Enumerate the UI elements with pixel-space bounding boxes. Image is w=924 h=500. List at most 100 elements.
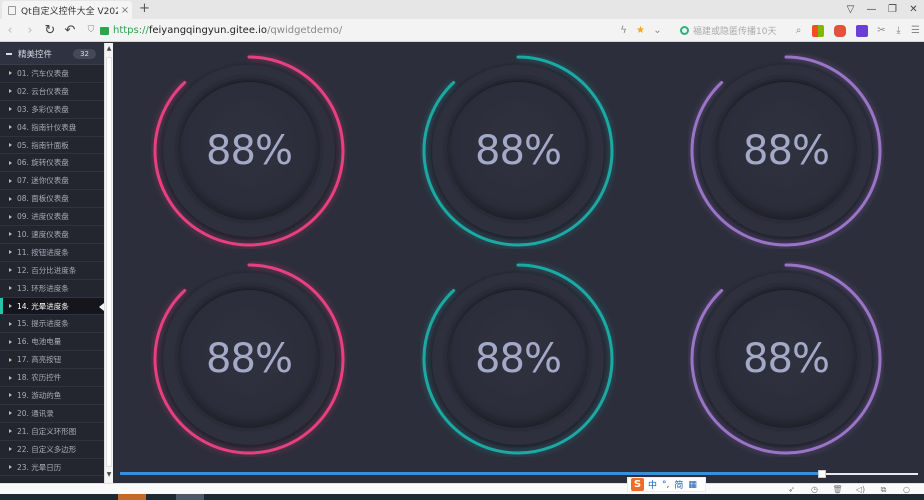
caret-right-icon <box>9 375 12 380</box>
sidebar-item[interactable]: 11. 按钮进度条 <box>0 244 104 262</box>
halo-progress-gauge: 88% <box>688 261 884 457</box>
gauge-value: 88% <box>206 336 293 382</box>
chevron-down-icon[interactable]: ⌄ <box>649 25 666 36</box>
scroll-down-icon[interactable]: ▼ <box>105 471 113 481</box>
sidebar-item[interactable]: 01. 汽车仪表盘 <box>0 65 104 83</box>
game-icon[interactable] <box>834 24 846 37</box>
sidebar-item[interactable]: 10. 速度仪表盘 <box>0 226 104 244</box>
slider-handle[interactable] <box>818 470 827 478</box>
sidebar-item[interactable]: 05. 指南针面板 <box>0 137 104 155</box>
gauge-value: 88% <box>475 128 562 174</box>
apps-icon[interactable] <box>812 24 824 37</box>
download-icon[interactable]: ⤓ <box>890 25 907 36</box>
menu-icon[interactable]: ☰ <box>907 25 924 36</box>
tab-close-icon[interactable]: × <box>118 5 132 16</box>
close-window-button[interactable]: ✕ <box>903 4 924 15</box>
caret-right-icon <box>9 339 12 344</box>
ime-variant[interactable]: 简 <box>674 478 683 491</box>
caret-right-icon <box>9 411 12 416</box>
sidebar-item[interactable]: 22. 自定义多边形 <box>0 441 104 459</box>
search-input[interactable]: 福建或隐匿传播10天 <box>680 24 790 37</box>
sidebar-item[interactable]: 15. 提示进度条 <box>0 315 104 334</box>
sidebar-item[interactable]: 03. 多彩仪表盘 <box>0 101 104 119</box>
halo-progress-gauge: 88% <box>688 53 884 249</box>
taskbar-app-1[interactable] <box>118 494 146 500</box>
caret-right-icon <box>9 393 12 398</box>
sidebar-item[interactable]: 08. 面板仪表盘 <box>0 190 104 209</box>
sidebar-item[interactable]: 06. 旋转仪表盘 <box>0 154 104 173</box>
scroll-up-icon[interactable]: ▲ <box>105 45 113 55</box>
slider-fill <box>120 472 823 475</box>
sidebar-item[interactable]: 17. 高亮按钮 <box>0 351 104 370</box>
sidebar-item[interactable]: 13. 环形进度条 <box>0 280 104 298</box>
sidebar-item-label: 07. 迷你仪表盘 <box>17 176 69 186</box>
ime-mode[interactable]: 中 <box>648 478 657 491</box>
sidebar-item-label: 11. 按钮进度条 <box>17 247 69 257</box>
lightning-icon[interactable]: ϟ <box>615 25 632 36</box>
sidebar-item-label: 02. 云台仪表盘 <box>17 86 69 96</box>
sidebar-item-label: 18. 农历控件 <box>17 373 62 383</box>
ime-keyboard-icon[interactable]: ▦ <box>688 480 697 490</box>
shield-icon[interactable]: ⛉ <box>84 25 98 35</box>
lock-icon <box>100 27 109 35</box>
sidebar-item[interactable]: 12. 百分比进度条 <box>0 262 104 280</box>
ime-toolbar[interactable]: S 中 °, 简 ▦ <box>627 477 706 492</box>
caret-right-icon <box>9 178 12 183</box>
caret-right-icon <box>9 196 12 201</box>
sidebar-item[interactable]: 09. 进度仪表盘 <box>0 208 104 227</box>
new-tab-button[interactable]: + <box>139 1 150 17</box>
halo-progress-gauge: 88% <box>151 261 347 457</box>
scrollbar-thumb[interactable] <box>106 57 112 467</box>
sidebar-item[interactable]: 04. 指南针仪表盘 <box>0 119 104 137</box>
url-host: feiyangqingyun.gitee.io <box>148 24 268 36</box>
sidebar-item-label: 05. 指南针面板 <box>17 140 69 150</box>
search-icon[interactable]: ⌕ <box>790 25 807 36</box>
url-path: /qwidgetdemo/ <box>267 24 343 36</box>
sidebar-scrollbar[interactable]: ▲ ▼ <box>104 43 113 483</box>
browser-tab-bar: Qt自定义控件大全 V2021 (C × + ▽ — ❐ ✕ <box>0 0 924 19</box>
sidebar: 精美控件 32 01. 汽车仪表盘 02. 云台仪表盘 03. 多彩仪表盘 04. 指… <box>0 43 104 483</box>
search-placeholder: 福建或隐匿传播10天 <box>693 27 777 37</box>
extension-icon[interactable] <box>856 24 868 37</box>
back-button[interactable]: ‹ <box>0 19 20 42</box>
search-engine-icon <box>680 26 689 35</box>
page-icon <box>8 5 16 15</box>
sidebar-item[interactable]: 18. 农历控件 <box>0 369 104 388</box>
skin-icon[interactable]: ▽ <box>840 4 861 15</box>
url-scheme: https:// <box>113 24 149 36</box>
gauge-value: 88% <box>743 336 830 382</box>
browser-tab[interactable]: Qt自定义控件大全 V2021 (C × <box>2 1 132 19</box>
sidebar-item[interactable]: 20. 通讯录 <box>0 405 104 423</box>
sidebar-item-label: 13. 环形进度条 <box>17 283 69 293</box>
sidebar-item[interactable]: 02. 云台仪表盘 <box>0 83 104 101</box>
sidebar-item[interactable]: 19. 游动的鱼 <box>0 387 104 405</box>
star-icon[interactable]: ★ <box>632 25 649 36</box>
status-bar: S 中 °, 简 ▦ ➶ ◷ 🗑 ◁) ⧉ ○ <box>0 477 924 494</box>
reload-button[interactable]: ↻ <box>40 19 60 42</box>
sidebar-item-label: 21. 自定义环形图 <box>17 426 77 436</box>
ime-logo-icon: S <box>631 478 644 491</box>
sidebar-item-label: 19. 游动的鱼 <box>17 390 62 400</box>
address-bar-tools: ϟ ★ ⌄ 福建或隐匿传播10天 ⌕ ✂ ⤓ ☰ <box>615 19 924 42</box>
sidebar-item[interactable]: 23. 光晕日历 <box>0 459 104 477</box>
caret-right-icon <box>9 429 12 434</box>
sidebar-item[interactable]: 14. 光晕进度条 <box>0 297 104 316</box>
minimize-button[interactable]: — <box>861 4 882 15</box>
forward-button[interactable]: › <box>20 19 40 42</box>
value-slider[interactable] <box>120 470 918 478</box>
caret-right-icon <box>9 107 12 112</box>
sidebar-group-header[interactable]: 精美控件 32 <box>0 43 104 65</box>
undo-close-button[interactable]: ↶ <box>60 19 80 42</box>
taskbar <box>0 494 924 500</box>
scissors-icon[interactable]: ✂ <box>873 25 890 36</box>
url-field[interactable]: https://feiyangqingyun.gitee.io/qwidgetd… <box>113 25 342 36</box>
taskbar-app-2[interactable] <box>176 494 204 500</box>
ime-punct[interactable]: °, <box>662 480 669 490</box>
sidebar-item[interactable]: 21. 自定义环形图 <box>0 423 104 441</box>
sidebar-item[interactable]: 07. 迷你仪表盘 <box>0 172 104 191</box>
sidebar-item-label: 14. 光晕进度条 <box>17 301 69 311</box>
sidebar-item-label: 15. 提示进度条 <box>17 319 69 329</box>
caret-right-icon <box>9 125 12 130</box>
sidebar-item[interactable]: 16. 电池电量 <box>0 333 104 352</box>
restore-button[interactable]: ❐ <box>882 4 903 15</box>
